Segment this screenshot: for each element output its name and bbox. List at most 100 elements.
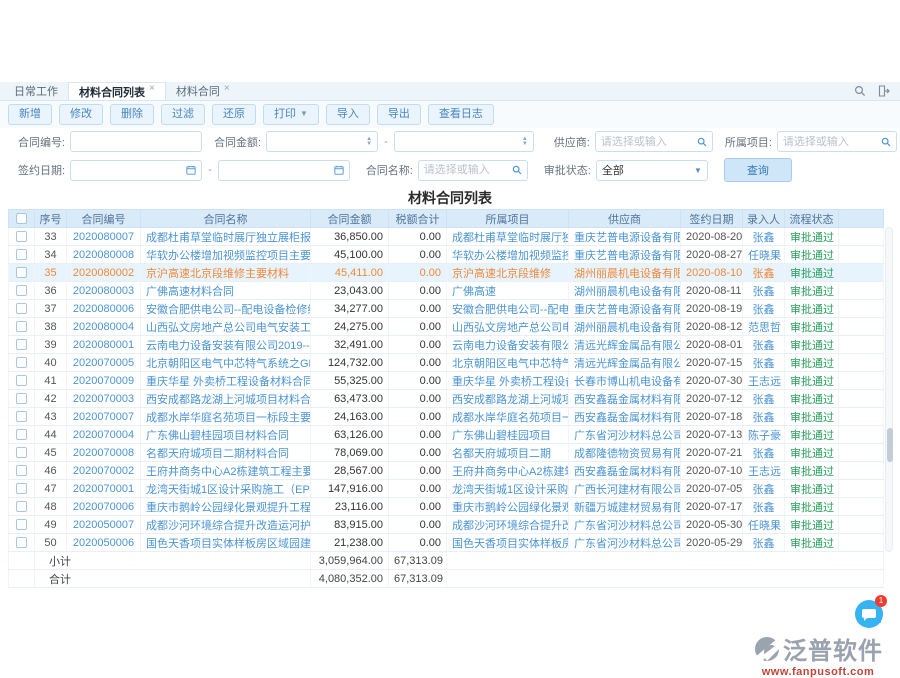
supplier-link[interactable]: 清远光辉金属品有限公司 xyxy=(569,354,681,372)
entry-user-link[interactable]: 张鑫 xyxy=(743,300,785,318)
sign-date-start-field[interactable] xyxy=(76,164,186,176)
supplier-input[interactable] xyxy=(595,131,713,152)
table-row[interactable]: 412020070009重庆华星 外卖桥工程设备材料合同55,325.000.0… xyxy=(9,372,884,390)
flow-status-link[interactable]: 审批通过 xyxy=(785,354,839,372)
query-button[interactable]: 查询 xyxy=(724,158,792,182)
project-link[interactable]: 重庆市鹅岭公园绿化景观提升工程施工 xyxy=(447,498,569,516)
contract-name-link[interactable]: 重庆市鹅岭公园绿化景观提升工程施工材料合同 xyxy=(141,498,311,516)
contract-code-link[interactable]: 2020070005 xyxy=(67,354,141,372)
contract-code-link[interactable]: 2020080001 xyxy=(67,336,141,354)
contract-name-link[interactable]: 重庆华星 外卖桥工程设备材料合同 xyxy=(141,372,311,390)
table-row[interactable]: 402020070005北京朝阳区电气中芯特气系统之GMS安装材料...124,… xyxy=(9,354,884,372)
contract-name-link[interactable]: 华软办公楼增加视频监控项目主要材料 xyxy=(141,246,311,264)
amount-min-field[interactable] xyxy=(272,136,366,148)
contract-name-link[interactable]: 国色天香项目实体样板房区域园建工程材料合同 xyxy=(141,534,311,552)
amount-min-input[interactable]: ▲▼ xyxy=(266,131,378,152)
flow-status-link[interactable]: 审批通过 xyxy=(785,228,839,246)
approval-status-select[interactable]: 全部▼ xyxy=(596,160,708,181)
project-link[interactable]: 北京朝阳区电气中芯特气系统之GMS... xyxy=(447,354,569,372)
row-checkbox[interactable] xyxy=(16,249,27,260)
entry-user-link[interactable]: 王志远 xyxy=(743,372,785,390)
entry-user-link[interactable]: 张鑫 xyxy=(743,408,785,426)
entry-user-link[interactable]: 任晓果 xyxy=(743,516,785,534)
supplier-link[interactable]: 广西长河建材有限公司 xyxy=(569,480,681,498)
sign-date-end-input[interactable] xyxy=(218,160,350,181)
contract-name-link[interactable]: 王府井商务中心A2栋建筑工程主要材料 xyxy=(141,462,311,480)
row-checkbox[interactable] xyxy=(16,375,27,386)
spinner-icon[interactable]: ▲▼ xyxy=(522,137,528,147)
project-link[interactable]: 云南电力设备安装有限公司2019--202... xyxy=(447,336,569,354)
project-link[interactable]: 名都天府城项目二期 xyxy=(447,444,569,462)
contract-no-input[interactable] xyxy=(70,131,202,152)
row-checkbox[interactable] xyxy=(16,267,27,278)
contract-code-link[interactable]: 2020080007 xyxy=(67,228,141,246)
flow-status-link[interactable]: 审批通过 xyxy=(785,498,839,516)
table-row[interactable]: 332020080007成都杜甫草堂临时展厅独立展柜报警设备安装...36,85… xyxy=(9,228,884,246)
project-link[interactable]: 重庆华星 外卖桥工程设备 xyxy=(447,372,569,390)
row-checkbox[interactable] xyxy=(16,411,27,422)
table-row[interactable]: 432020070007成都水岸华庭名苑项目一标段主要材料24,163.000.… xyxy=(9,408,884,426)
entry-user-link[interactable]: 张鑫 xyxy=(743,336,785,354)
supplier-link[interactable]: 重庆艺普电源设备有限公司 xyxy=(569,300,681,318)
flow-status-link[interactable]: 审批通过 xyxy=(785,534,839,552)
amount-max-field[interactable] xyxy=(400,136,522,148)
spinner-icon[interactable]: ▲▼ xyxy=(366,137,372,147)
flow-status-link[interactable]: 审批通过 xyxy=(785,408,839,426)
project-link[interactable]: 成都杜甫草堂临时展厅独立展柜报警... xyxy=(447,228,569,246)
table-row[interactable]: 352020080002京沪高速北京段维修主要材料45,411.000.00京沪… xyxy=(9,264,884,282)
close-icon[interactable]: × xyxy=(224,83,230,94)
supplier-link[interactable]: 重庆艺普电源设备有限公司 xyxy=(569,228,681,246)
project-link[interactable]: 安徽合肥供电公司--配电设备检修维... xyxy=(447,300,569,318)
contract-name-link[interactable]: 安徽合肥供电公司--配电设备检修维护和改造... xyxy=(141,300,311,318)
entry-user-link[interactable]: 张鑫 xyxy=(743,354,785,372)
contract-name-link[interactable]: 龙湾天街城1区设计采购施工（EPC）总承包... xyxy=(141,480,311,498)
contract-name-link[interactable]: 成都水岸华庭名苑项目一标段主要材料 xyxy=(141,408,311,426)
table-row[interactable]: 342020080008华软办公楼增加视频监控项目主要材料45,100.000.… xyxy=(9,246,884,264)
entry-user-link[interactable]: 张鑫 xyxy=(743,480,785,498)
entry-user-link[interactable]: 张鑫 xyxy=(743,228,785,246)
contract-code-link[interactable]: 2020070007 xyxy=(67,408,141,426)
project-link[interactable]: 广佛高速 xyxy=(447,282,569,300)
row-checkbox[interactable] xyxy=(16,501,27,512)
contract-name-link[interactable]: 北京朝阳区电气中芯特气系统之GMS安装材料... xyxy=(141,354,311,372)
table-row[interactable]: 502020050006国色天香项目实体样板房区域园建工程材料合同21,238.… xyxy=(9,534,884,552)
contract-name-link[interactable]: 山西弘文房地产总公司电气安装工程材料合同 xyxy=(141,318,311,336)
toolbar-button-修改[interactable]: 修改 xyxy=(59,104,103,124)
supplier-link[interactable]: 长春市博山机电设备有限公司 xyxy=(569,372,681,390)
contract-code-link[interactable]: 2020050006 xyxy=(67,534,141,552)
contract-name-input[interactable] xyxy=(418,160,528,181)
project-field[interactable] xyxy=(783,136,881,148)
contract-name-link[interactable]: 广东佛山碧桂园项目材料合同 xyxy=(141,426,311,444)
contract-name-link[interactable]: 京沪高速北京段维修主要材料 xyxy=(141,264,311,282)
toolbar-button-删除[interactable]: 删除 xyxy=(110,104,154,124)
scrollbar-thumb[interactable] xyxy=(887,428,893,462)
table-row[interactable]: 462020070002王府井商务中心A2栋建筑工程主要材料28,567.000… xyxy=(9,462,884,480)
flow-status-link[interactable]: 审批通过 xyxy=(785,390,839,408)
contract-code-link[interactable]: 2020050007 xyxy=(67,516,141,534)
supplier-link[interactable]: 湖州丽晨机电设备有限公司 xyxy=(569,282,681,300)
table-row[interactable]: 382020080004山西弘文房地产总公司电气安装工程材料合同24,275.0… xyxy=(9,318,884,336)
contract-code-link[interactable]: 2020080003 xyxy=(67,282,141,300)
search-icon[interactable] xyxy=(854,85,866,97)
contract-name-link[interactable]: 成都杜甫草堂临时展厅独立展柜报警设备安装... xyxy=(141,228,311,246)
sign-date-end-field[interactable] xyxy=(224,164,334,176)
sign-date-start-input[interactable] xyxy=(70,160,202,181)
logout-icon[interactable] xyxy=(878,85,890,97)
project-input[interactable] xyxy=(777,131,897,152)
contract-name-link[interactable]: 西安成都路龙湖上河城项目材料合同 xyxy=(141,390,311,408)
toolbar-button-过滤[interactable]: 过滤 xyxy=(161,104,205,124)
entry-user-link[interactable]: 张鑫 xyxy=(743,264,785,282)
contract-name-link[interactable]: 成都沙河环境综合提升改造运河护岸维修改造... xyxy=(141,516,311,534)
contract-code-link[interactable]: 2020070004 xyxy=(67,426,141,444)
flow-status-link[interactable]: 审批通过 xyxy=(785,462,839,480)
table-row[interactable]: 442020070004广东佛山碧桂园项目材料合同63,126.000.00广东… xyxy=(9,426,884,444)
supplier-link[interactable]: 西安鑫磊金属材料有限公司 xyxy=(569,462,681,480)
row-checkbox[interactable] xyxy=(16,321,27,332)
row-checkbox[interactable] xyxy=(16,393,27,404)
row-checkbox[interactable] xyxy=(16,303,27,314)
supplier-link[interactable]: 清远光辉金属品有限公司 xyxy=(569,336,681,354)
contract-code-link[interactable]: 2020080004 xyxy=(67,318,141,336)
flow-status-link[interactable]: 审批通过 xyxy=(785,372,839,390)
amount-max-input[interactable]: ▲▼ xyxy=(394,131,534,152)
row-checkbox[interactable] xyxy=(16,231,27,242)
